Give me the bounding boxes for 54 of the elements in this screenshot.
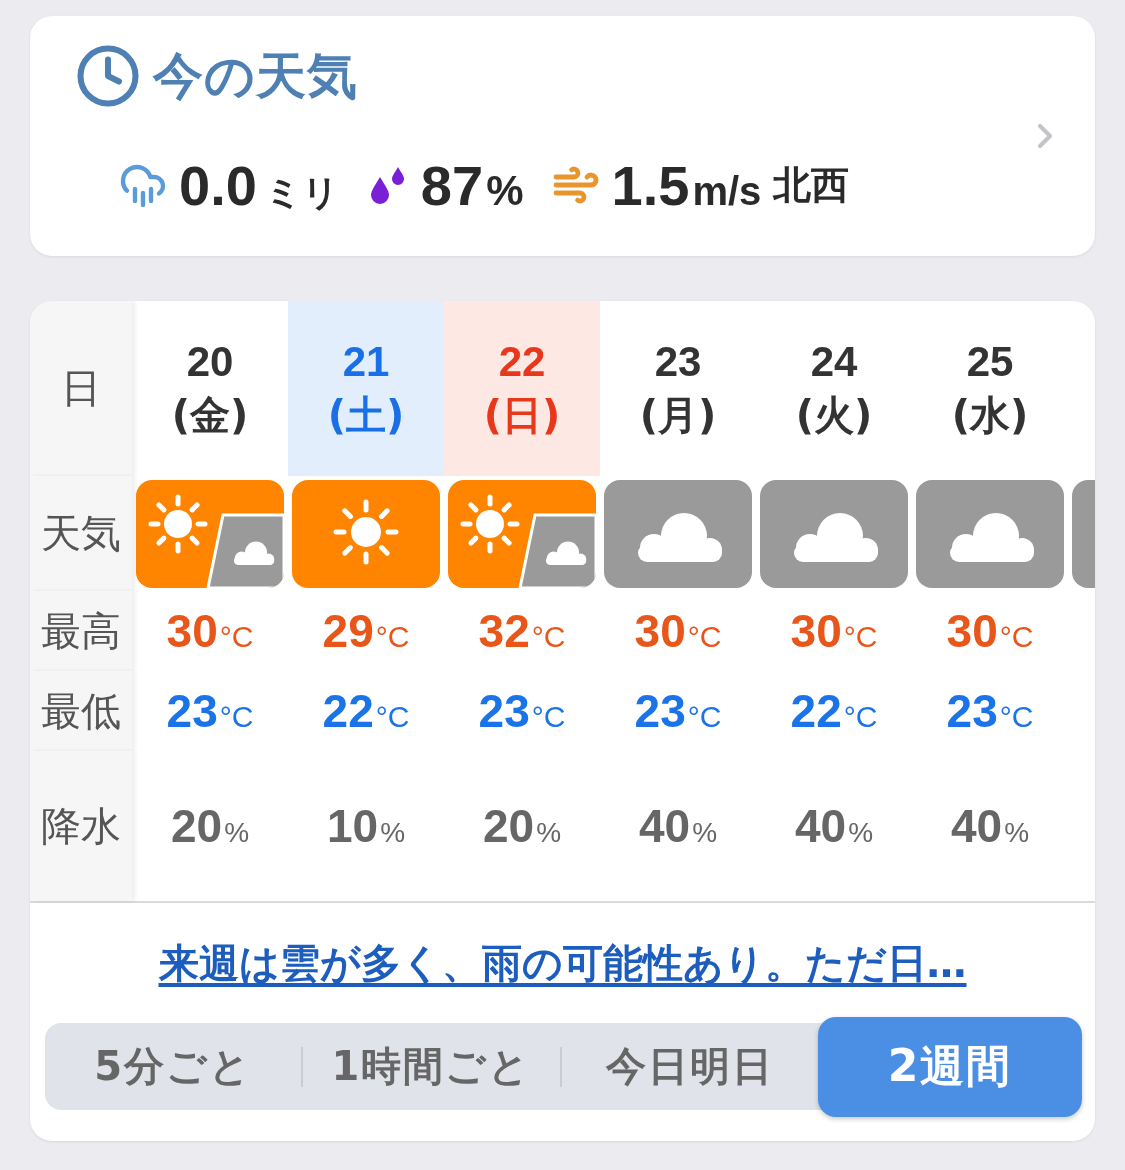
high-temperature: 29°C xyxy=(322,604,410,658)
date-number: 23 xyxy=(654,337,702,388)
precipitation-chance: 40% xyxy=(794,799,874,853)
rainfall-value: 0.0 ミリ xyxy=(179,152,339,218)
current-weather-card[interactable]: 今の天気 0.0 ミリ 87% 1.5m/s 北西 xyxy=(30,16,1095,256)
sun-and-cloud-icon xyxy=(448,479,596,588)
high-temperature: 32°C xyxy=(478,604,566,658)
weekday-label: (日) xyxy=(483,390,561,440)
row-label: 日 xyxy=(30,301,132,476)
date-number: 21 xyxy=(342,337,390,388)
low-temperature: 23°C xyxy=(634,684,722,738)
range-tab[interactable]: 今日明日 xyxy=(561,1023,818,1110)
weekday-label: (土) xyxy=(327,390,405,440)
precipitation-chance: 40% xyxy=(950,799,1030,853)
weekday-label: (月) xyxy=(639,390,717,440)
date-number: 22 xyxy=(498,337,546,388)
weekday-label: (火) xyxy=(795,390,873,440)
low-temperature: 22°C xyxy=(322,684,410,738)
date-number: 24 xyxy=(810,337,858,388)
weekday-label: (水) xyxy=(951,390,1029,440)
row-label: 最高 xyxy=(30,591,132,671)
precipitation-chance: 10% xyxy=(326,799,406,853)
row-label: 最低 xyxy=(30,671,132,751)
cloud-icon xyxy=(760,479,908,588)
cloud-icon xyxy=(604,479,752,588)
humidity-value: 87% xyxy=(420,152,524,218)
low-temperature: 22°C xyxy=(790,684,878,738)
low-temperature: 23°C xyxy=(946,684,1034,738)
high-temperature: 30°C xyxy=(790,604,878,658)
range-tab[interactable]: 5分ごと xyxy=(45,1023,302,1110)
date-number: 25 xyxy=(966,337,1014,388)
wind-speed: 1.5m/s xyxy=(611,152,762,218)
high-temperature: 30°C xyxy=(946,604,1034,658)
current-weather-title: 今の天気 xyxy=(153,45,358,107)
low-temperature: 23°C xyxy=(478,684,566,738)
high-temperature: 30°C xyxy=(166,604,254,658)
wind-direction: 北西 xyxy=(773,161,850,209)
precipitation-chance: 40% xyxy=(638,799,718,853)
weekday-label: (金) xyxy=(171,390,249,440)
range-tab[interactable]: 1時間ごと xyxy=(303,1023,560,1110)
cloud-icon xyxy=(916,479,1064,588)
date-number: 20 xyxy=(186,337,234,388)
range-tab[interactable]: 2週間 xyxy=(818,1016,1082,1117)
precipitation-chance: 20% xyxy=(482,799,562,853)
forecast-summary-link[interactable]: 来週は雲が多く、雨の可能性あり。ただ日… xyxy=(158,935,967,991)
partial-weather-icon xyxy=(1072,479,1095,588)
clock-icon xyxy=(75,43,141,109)
low-temperature: 23°C xyxy=(166,684,254,738)
row-label: 降水 xyxy=(30,751,132,901)
row-label: 天気 xyxy=(30,476,132,591)
precipitation-chance: 20% xyxy=(170,799,250,853)
high-temperature: 30°C xyxy=(634,604,722,658)
sun-icon xyxy=(292,479,440,588)
sun-and-cloud-icon xyxy=(136,479,284,588)
